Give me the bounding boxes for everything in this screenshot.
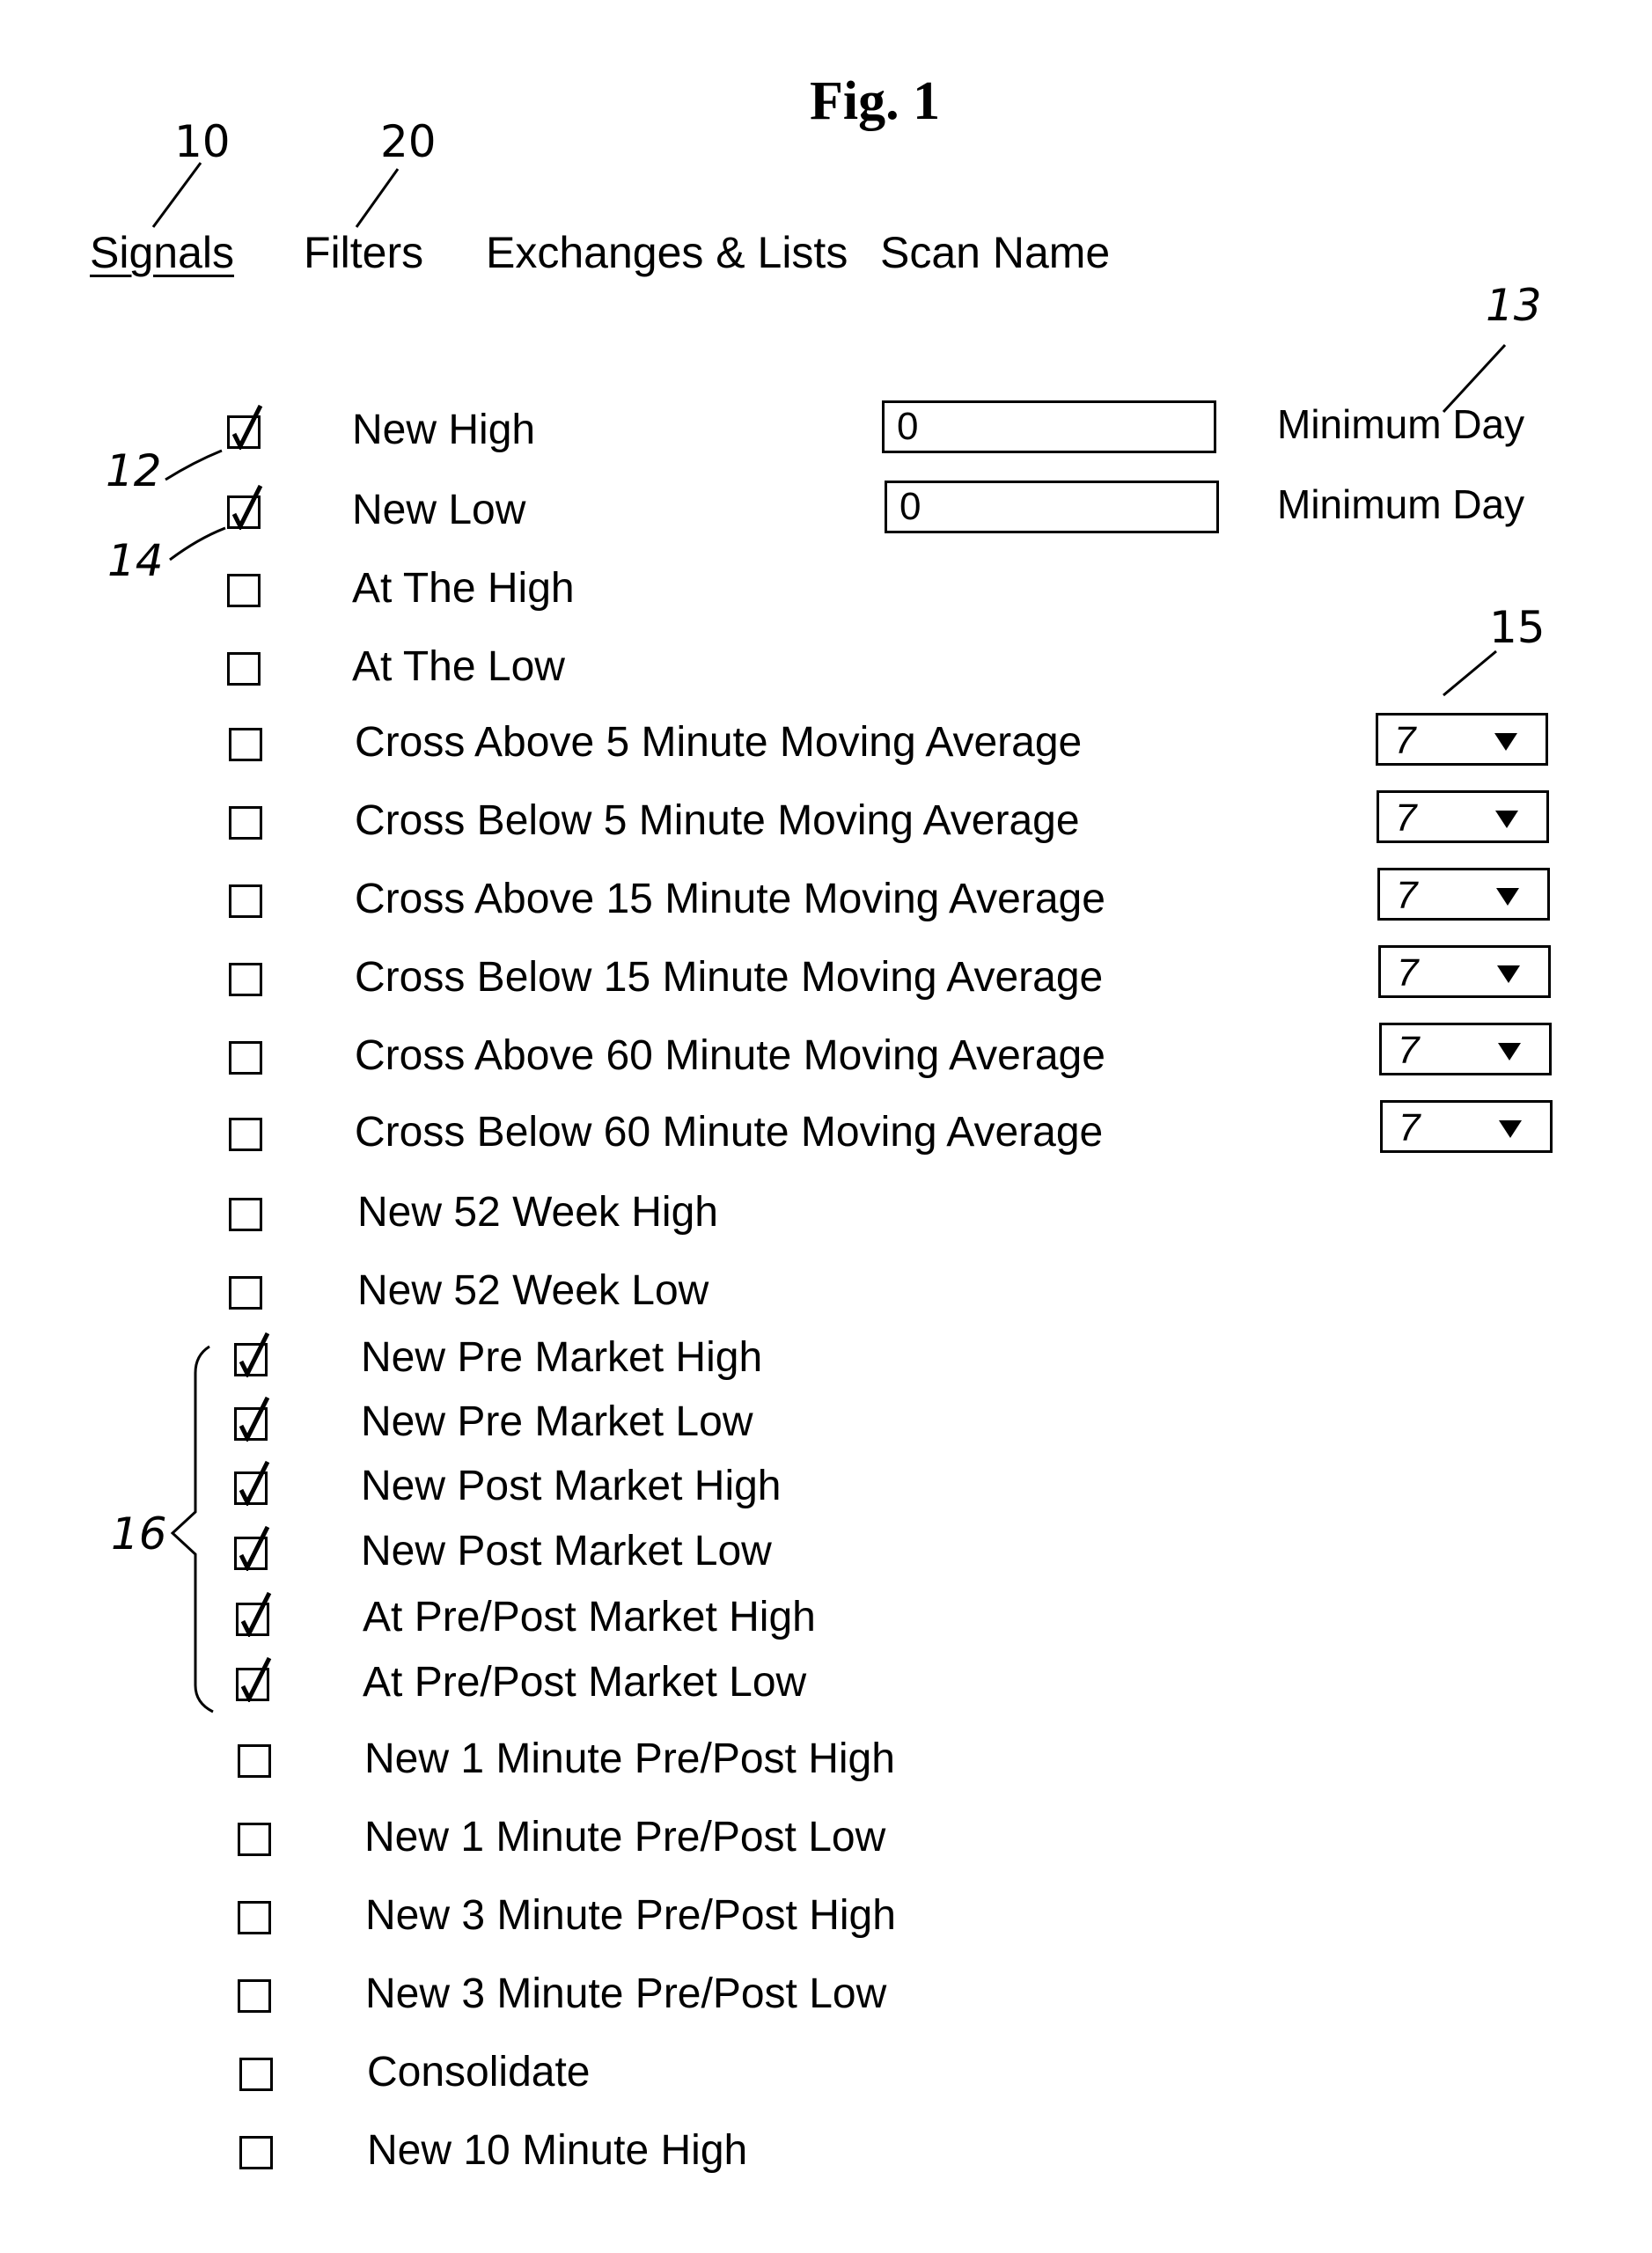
- signal-label: Cross Below 15 Minute Moving Average: [355, 954, 1104, 1001]
- signal-checkbox[interactable]: [238, 1823, 271, 1856]
- ref-numeral-dropdown: 15: [1489, 602, 1546, 653]
- signal-label: New Pre Market Low: [361, 1398, 753, 1445]
- dropdown-value: 7: [1399, 1106, 1421, 1149]
- ref-numeral-signals: 10: [174, 116, 231, 167]
- signal-checkbox[interactable]: [229, 963, 262, 996]
- figure-title: Fig. 1: [810, 71, 941, 131]
- signal-label: Cross Below 60 Minute Moving Average: [355, 1109, 1104, 1156]
- leader-line-signals: [151, 162, 202, 228]
- signal-label: Cross Above 15 Minute Moving Average: [355, 876, 1105, 922]
- signal-checkbox[interactable]: [239, 2136, 273, 2169]
- tab-signals[interactable]: Signals: [90, 227, 234, 278]
- chevron-down-icon: [1496, 888, 1519, 906]
- signal-checkbox[interactable]: [234, 1525, 270, 1571]
- signal-label: New Pre Market High: [361, 1334, 763, 1381]
- checkmark-icon: [240, 1591, 272, 1637]
- signal-label: New High: [352, 407, 536, 453]
- signal-label: Cross Above 5 Minute Moving Average: [355, 719, 1083, 766]
- signal-checkbox[interactable]: [227, 484, 263, 530]
- checkmark-icon: [239, 1396, 270, 1442]
- signal-checkbox[interactable]: [227, 574, 261, 607]
- chevron-down-icon: [1495, 811, 1518, 828]
- signal-checkbox[interactable]: [236, 1656, 272, 1702]
- period-dropdown[interactable]: 7: [1380, 1100, 1553, 1153]
- signal-checkbox[interactable]: [229, 1276, 262, 1310]
- leader-line-new-low: [169, 526, 226, 561]
- tab-filters[interactable]: Filters: [304, 227, 423, 278]
- signal-label: New Post Market Low: [361, 1528, 772, 1574]
- dropdown-value: 7: [1397, 951, 1419, 994]
- period-dropdown[interactable]: 7: [1376, 713, 1548, 766]
- signal-checkbox[interactable]: [229, 1041, 262, 1075]
- minimum-day-label: Minimum Day: [1277, 401, 1525, 447]
- checkmark-icon: [239, 1332, 270, 1377]
- signal-label: New 3 Minute Pre/Post Low: [365, 1970, 887, 2017]
- signal-label: New 10 Minute High: [367, 2127, 748, 2174]
- checkmark-icon: [239, 1525, 270, 1571]
- signal-checkbox[interactable]: [234, 1332, 270, 1377]
- signal-checkbox[interactable]: [229, 806, 262, 840]
- signal-checkbox[interactable]: [236, 1591, 272, 1637]
- signal-checkbox[interactable]: [234, 1460, 270, 1506]
- checkmark-icon: [239, 1460, 270, 1506]
- signal-checkbox[interactable]: [234, 1396, 270, 1442]
- chevron-down-icon: [1498, 1043, 1521, 1060]
- period-dropdown[interactable]: 7: [1377, 790, 1549, 843]
- signal-label: New 52 Week Low: [357, 1267, 709, 1314]
- dropdown-value: 7: [1398, 1029, 1420, 1072]
- dropdown-value: 7: [1395, 796, 1417, 840]
- checkmark-icon: [231, 404, 263, 450]
- signal-label: At Pre/Post Market High: [363, 1594, 816, 1640]
- checkmark-icon: [231, 484, 263, 530]
- signal-checkbox[interactable]: [229, 1198, 262, 1231]
- signal-checkbox[interactable]: [239, 2058, 273, 2091]
- checkmark-icon: [240, 1656, 272, 1702]
- signal-checkbox[interactable]: [238, 1979, 271, 2013]
- signal-checkbox[interactable]: [227, 652, 261, 686]
- minimum-day-label: Minimum Day: [1277, 481, 1525, 527]
- minimum-day-input[interactable]: 0: [885, 481, 1219, 533]
- signal-label: New Low: [352, 487, 526, 533]
- signal-checkbox[interactable]: [238, 1901, 271, 1934]
- leader-line-dropdown: [1443, 649, 1497, 697]
- signal-label: At The High: [352, 565, 575, 612]
- minimum-day-input[interactable]: 0: [882, 400, 1216, 453]
- period-dropdown[interactable]: 7: [1377, 868, 1550, 921]
- ref-numeral-new-low: 14: [107, 535, 164, 586]
- ref-numeral-minimum-day: 13: [1486, 280, 1542, 331]
- signal-checkbox[interactable]: [229, 1118, 262, 1151]
- chevron-down-icon: [1494, 733, 1517, 751]
- bracket-pre-post-group: [170, 1345, 214, 1714]
- signal-label: At Pre/Post Market Low: [363, 1659, 807, 1706]
- signal-label: New 1 Minute Pre/Post High: [364, 1736, 895, 1782]
- tab-exchanges-lists[interactable]: Exchanges & Lists: [486, 227, 848, 278]
- signal-label: Cross Above 60 Minute Moving Average: [355, 1032, 1105, 1079]
- leader-line-filters: [355, 168, 400, 228]
- period-dropdown[interactable]: 7: [1379, 1023, 1552, 1075]
- signal-checkbox[interactable]: [227, 404, 263, 450]
- chevron-down-icon: [1499, 1120, 1522, 1138]
- ref-numeral-new-high: 12: [106, 445, 162, 496]
- signal-label: Consolidate: [367, 2049, 591, 2095]
- dropdown-value: 7: [1394, 719, 1416, 762]
- signal-label: New Post Market High: [361, 1463, 782, 1509]
- signal-checkbox[interactable]: [229, 884, 262, 918]
- signal-label: Cross Below 5 Minute Moving Average: [355, 797, 1080, 844]
- ref-numeral-filters: 20: [380, 116, 437, 167]
- ref-numeral-pre-post-group: 16: [111, 1508, 167, 1559]
- tab-scan-name[interactable]: Scan Name: [880, 227, 1110, 278]
- signal-checkbox[interactable]: [229, 728, 262, 761]
- period-dropdown[interactable]: 7: [1378, 945, 1551, 998]
- chevron-down-icon: [1497, 965, 1520, 983]
- dropdown-value: 7: [1396, 874, 1418, 917]
- signal-checkbox[interactable]: [238, 1744, 271, 1778]
- signal-label: New 3 Minute Pre/Post High: [365, 1892, 896, 1939]
- signal-label: New 1 Minute Pre/Post Low: [364, 1814, 886, 1860]
- signal-label: New 52 Week High: [357, 1189, 718, 1236]
- leader-line-new-high: [165, 449, 223, 481]
- signal-label: At The Low: [352, 643, 565, 690]
